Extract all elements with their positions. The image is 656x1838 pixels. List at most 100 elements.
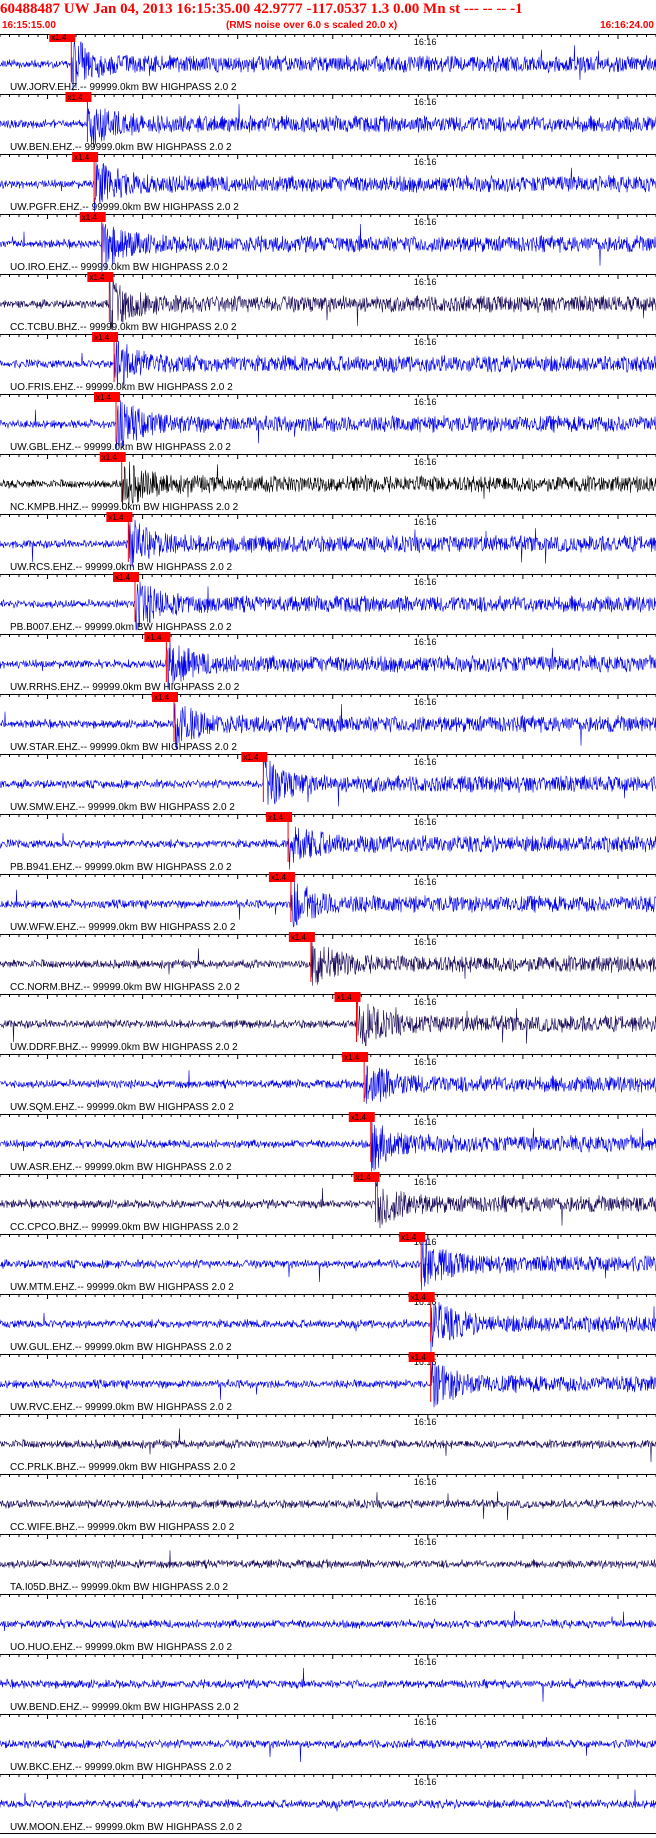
pick-marker-label: x1.4 [108, 513, 124, 522]
station-label: UO.FRIS.EHZ.-- 99999.0km BW HIGHPASS 2.0… [10, 382, 233, 393]
minute-mark-label: 16:16 [414, 337, 437, 347]
waveform-trace [0, 1610, 656, 1632]
minute-mark-label: 16:16 [414, 1537, 437, 1547]
pick-marker-label: x1.4 [102, 453, 118, 462]
station-label: UW.JORV.EHZ.-- 99999.0km BW HIGHPASS 2.0… [10, 82, 237, 93]
waveform-trace [0, 757, 656, 807]
station-label: PB.B941.EHZ.-- 99999.0km BW HIGHPASS 2.0… [10, 862, 232, 873]
pick-marker-label: x1.4 [89, 273, 105, 282]
waveform-trace [0, 1736, 656, 1763]
station-label: UW.BEND.EHZ.-- 99999.0km BW HIGHPASS 2.0… [10, 1702, 239, 1713]
pick-marker-label: x1.4 [154, 693, 170, 702]
waveform-trace [0, 1355, 656, 1408]
minute-mark-label: 16:16 [414, 1777, 437, 1787]
pick-marker-label: x1.4 [291, 933, 307, 942]
pick-marker-label: x1.4 [94, 333, 110, 342]
waveform-trace [0, 1065, 656, 1104]
minute-mark-label: 16:16 [414, 817, 437, 827]
station-label: NC.KMPB.HHZ.-- 99999.0km BW HIGHPASS 2.0… [10, 502, 239, 513]
minute-mark-label: 16:16 [414, 1177, 437, 1187]
pick-marker-label: x1.4 [243, 753, 259, 762]
station-label: UW.BKC.EHZ.-- 99999.0km BW HIGHPASS 2.0 … [10, 1762, 232, 1773]
minute-mark-label: 16:16 [414, 637, 437, 647]
station-label: UW.RVC.EHZ.-- 99999.0km BW HIGHPASS 2.0 … [10, 1402, 232, 1413]
station-label: UW.GUL.EHZ.-- 99999.0km BW HIGHPASS 2.0 … [10, 1342, 232, 1353]
minute-mark-label: 16:16 [414, 577, 437, 587]
minute-mark-label: 16:16 [414, 997, 437, 1007]
station-label: UW.PGFR.EHZ.-- 99999.0km BW HIGHPASS 2.0… [10, 202, 239, 213]
minute-mark-label: 16:16 [414, 697, 437, 707]
waveform-trace [0, 941, 656, 986]
waveform-trace [0, 1550, 656, 1570]
station-label: UW.SQM.EHZ.-- 99999.0km BW HIGHPASS 2.0 … [10, 1102, 234, 1113]
station-label: CC.TCBU.BHZ.-- 99999.0km BW HIGHPASS 2.0… [10, 322, 237, 333]
pick-marker-label: x1.4 [271, 873, 287, 882]
station-label: UW.MOON.EHZ.-- 99999.0km BW HIGHPASS 2.0… [10, 1822, 243, 1833]
station-label: UW.GBL.EHZ.-- 99999.0km BW HIGHPASS 2.0 … [10, 442, 231, 453]
pick-marker-label: x1.4 [268, 813, 284, 822]
station-label: UO.HUO.EHZ.-- 99999.0km BW HIGHPASS 2.0 … [10, 1642, 233, 1653]
station-label: UW.SMW.EHZ.-- 99999.0km BW HIGHPASS 2.0 … [10, 802, 235, 813]
minute-mark-label: 16:16 [414, 37, 437, 47]
minute-mark-label: 16:16 [414, 877, 437, 887]
pick-marker-label: x1.4 [146, 633, 162, 642]
scale-note: (RMS noise over 6.0 s scaled 20.0 x) [226, 20, 398, 31]
pick-marker-label: x1.4 [351, 1113, 367, 1122]
end-time-label: 16:16:24.00 [600, 20, 654, 31]
pick-marker-label: x1.4 [96, 393, 112, 402]
waveform-trace [0, 1428, 656, 1463]
pick-marker-label: x1.4 [356, 1173, 372, 1182]
minute-mark-label: 16:16 [414, 517, 437, 527]
station-label: UW.RCS.EHZ.-- 99999.0km BW HIGHPASS 2.0 … [10, 562, 233, 573]
waveform-trace [0, 881, 656, 928]
station-label: UW.ASR.EHZ.-- 99999.0km BW HIGHPASS 2.0 … [10, 1162, 232, 1173]
pick-marker-label: x1.4 [67, 93, 83, 102]
minute-mark-label: 16:16 [414, 1057, 437, 1067]
minute-mark-label: 16:16 [414, 397, 437, 407]
pick-marker-label: x1.4 [74, 153, 90, 162]
waveform-trace [0, 1176, 656, 1229]
station-label: UO.IRO.EHZ.-- 99999.0km BW HIGHPASS 2.0 … [10, 262, 228, 273]
minute-mark-label: 16:16 [414, 1117, 437, 1127]
station-label: UW.STAR.EHZ.-- 99999.0km BW HIGHPASS 2.0… [10, 742, 237, 753]
seismogram-plot: 16:16x1.4UW.JORV.EHZ.-- 99999.0km BW HIG… [0, 34, 656, 1834]
station-label: UW.RRHS.EHZ.-- 99999.0km BW HIGHPASS 2.0… [10, 682, 240, 693]
waveform-trace [0, 1789, 656, 1812]
pick-marker-label: x1.4 [344, 1053, 360, 1062]
start-time-label: 16:15:15.00 [2, 20, 56, 31]
minute-mark-label: 16:16 [414, 1717, 437, 1727]
pick-marker-label: x1.4 [337, 993, 353, 1002]
pick-marker-label: x1.4 [82, 213, 98, 222]
pick-marker-label: x1.4 [115, 573, 131, 582]
minute-mark-label: 16:16 [414, 757, 437, 767]
station-label: CC.CPCO.BHZ.-- 99999.0km BW HIGHPASS 2.0… [10, 1222, 239, 1233]
station-label: TA.I05D.BHZ.-- 99999.0km BW HIGHPASS 2.0… [10, 1582, 228, 1593]
station-label: CC.NORM.BHZ.-- 99999.0km BW HIGHPASS 2.0… [10, 982, 240, 993]
waveform-trace [0, 1491, 656, 1521]
minute-mark-label: 16:16 [414, 937, 437, 947]
station-label: CC.WIFE.BHZ.-- 99999.0km BW HIGHPASS 2.0… [10, 1522, 235, 1533]
minute-mark-label: 16:16 [414, 1597, 437, 1607]
minute-mark-label: 16:16 [414, 97, 437, 107]
waveform-trace [0, 997, 656, 1047]
pick-marker-label: x1.4 [401, 1233, 417, 1242]
minute-mark-label: 16:16 [414, 1657, 437, 1667]
minute-mark-label: 16:16 [414, 157, 437, 167]
minute-mark-label: 16:16 [414, 1417, 437, 1427]
plot-title: 60488487 UW Jan 04, 2013 16:15:35.00 42.… [0, 1, 523, 17]
pick-marker-label: x1.4 [411, 1293, 427, 1302]
station-label: UW.DDRF.BHZ.-- 99999.0km BW HIGHPASS 2.0… [10, 1042, 238, 1053]
minute-mark-label: 16:16 [414, 457, 437, 467]
pick-marker-label: x1.4 [51, 34, 67, 42]
waveform-trace [0, 1667, 656, 1702]
minute-mark-label: 16:16 [414, 277, 437, 287]
waveform-trace [0, 340, 656, 387]
station-label: CC.PRLK.BHZ.-- 99999.0km BW HIGHPASS 2.0… [10, 1462, 236, 1473]
pick-marker-label: x1.4 [411, 1353, 427, 1362]
time-axis-header: 16:15:15.00 (RMS noise over 6.0 s scaled… [0, 18, 656, 34]
station-label: UW.WFW.EHZ.-- 99999.0km BW HIGHPASS 2.0 … [10, 922, 236, 933]
minute-mark-label: 16:16 [414, 217, 437, 227]
minute-mark-label: 16:16 [414, 1477, 437, 1487]
station-label: UW.MTM.EHZ.-- 99999.0km BW HIGHPASS 2.0 … [10, 1282, 234, 1293]
waveform-trace [0, 100, 656, 148]
